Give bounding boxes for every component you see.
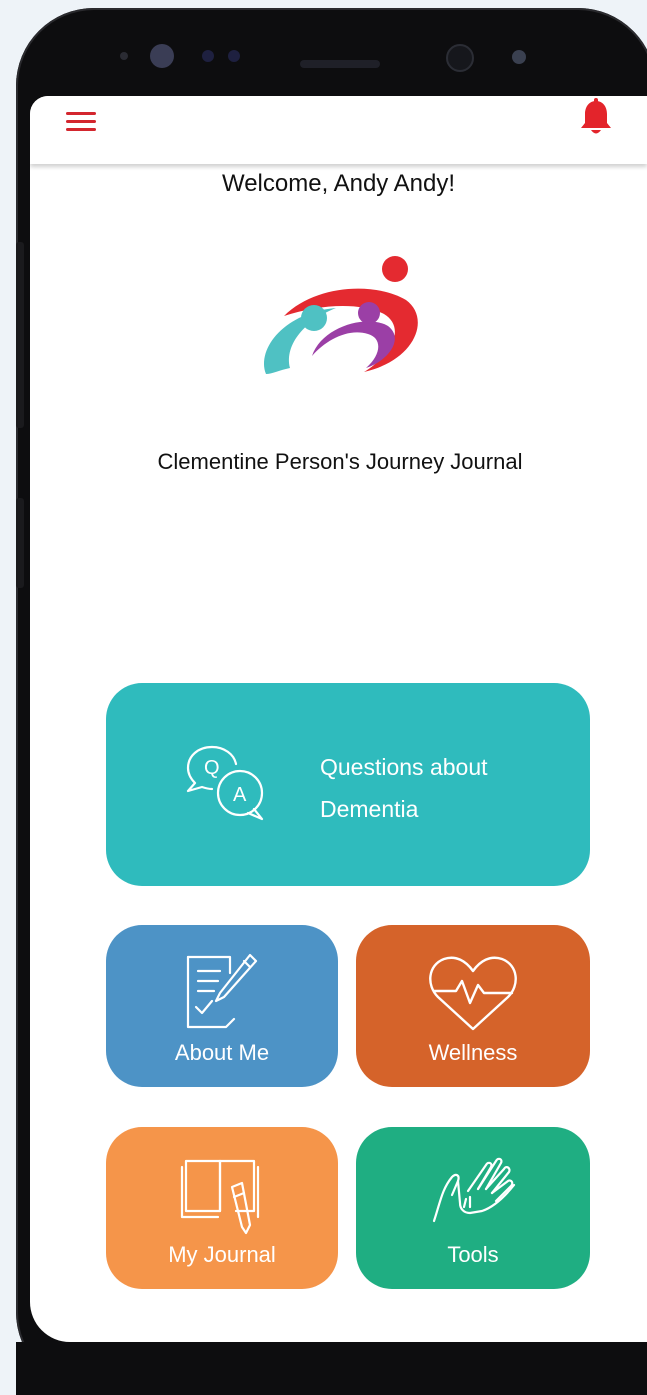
heart-pulse-icon [429,956,517,1031]
sensor-dot [202,50,214,62]
tools-label: Tools [447,1242,499,1267]
iris-scanner-icon [446,44,474,72]
helping-hands-icon [432,1157,516,1223]
hamburger-line [66,128,96,131]
questions-label-line2: Dementia [320,796,419,822]
sensor-dot [512,50,526,64]
questions-tile-label: Questions about Dementia [320,746,540,830]
app-header [30,96,647,164]
hamburger-line [66,120,96,123]
tools-tile[interactable]: Tools [356,1127,590,1289]
my-journal-label: My Journal [168,1242,276,1267]
earpiece-speaker [300,60,380,68]
notifications-button[interactable] [578,98,618,142]
bell-icon [581,98,611,134]
family-logo-icon [264,256,418,374]
journal-title: Clementine Person's Journey Journal [157,449,523,474]
phone-bottom-bezel [16,1342,647,1395]
hamburger-menu-icon [66,112,96,115]
document-pen-icon [186,953,258,1029]
app-screen: Welcome, Andy Andy! Clementine Person's … [30,96,647,1342]
questions-label-line1: Questions about [320,754,488,780]
phone-top-bezel [0,8,647,98]
wellness-tile[interactable]: Wellness [356,925,590,1087]
about-me-label: About Me [174,1040,270,1065]
questions-about-dementia-tile[interactable]: Q A Questions about Dementia [106,683,590,886]
qa-chat-icon: Q A [186,745,264,821]
about-me-tile[interactable]: About Me [106,925,338,1087]
welcome-message: Welcome, Andy Andy! [221,170,455,197]
volume-button [16,242,24,428]
open-book-pen-icon [180,1159,260,1235]
my-journal-tile[interactable]: My Journal [106,1127,338,1289]
sensor-dot [120,52,128,60]
svg-text:A: A [233,784,247,806]
wellness-label: Wellness [428,1040,518,1065]
front-camera-icon [150,44,174,68]
svg-text:Q: Q [204,757,220,779]
sensor-dot [228,50,240,62]
menu-button[interactable] [66,108,100,138]
side-button [16,498,24,588]
